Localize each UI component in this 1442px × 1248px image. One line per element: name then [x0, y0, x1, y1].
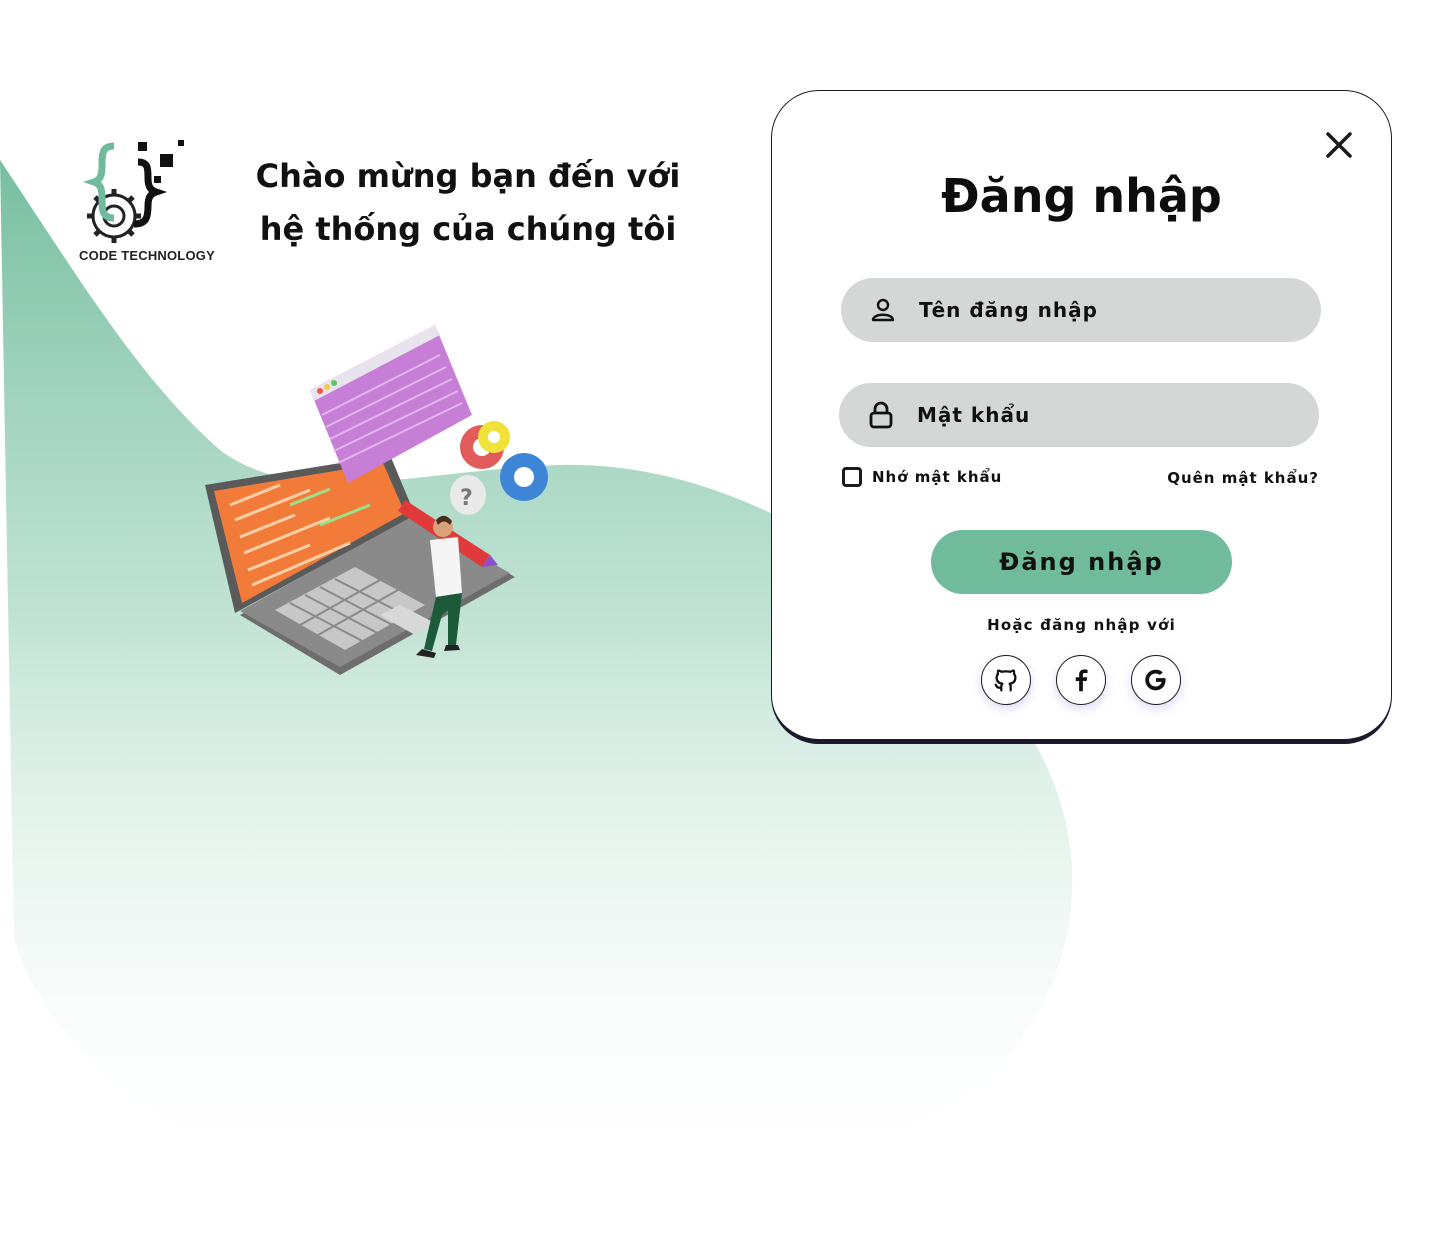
- welcome-heading: Chào mừng bạn đến với hệ thống của chúng…: [228, 150, 708, 256]
- remember-checkbox[interactable]: [842, 467, 862, 487]
- login-title: Đăng nhập: [941, 169, 1222, 223]
- username-field[interactable]: [841, 278, 1321, 342]
- logo-text: CODE TECHNOLOGY: [79, 248, 215, 263]
- login-button[interactable]: Đăng nhập: [931, 530, 1232, 594]
- facebook-login-button[interactable]: [1056, 655, 1106, 705]
- remember-password[interactable]: Nhớ mật khẩu: [842, 467, 1002, 487]
- welcome-line-2: hệ thống của chúng tôi: [259, 210, 677, 248]
- welcome-line-1: Chào mừng bạn đến với: [255, 157, 681, 195]
- password-field[interactable]: [839, 383, 1319, 447]
- close-icon[interactable]: [1323, 129, 1355, 161]
- laptop-developer-illustration: ?: [205, 325, 548, 675]
- social-login-group: [981, 655, 1181, 705]
- facebook-icon: [1075, 669, 1088, 692]
- username-input[interactable]: [919, 298, 1299, 322]
- code-technology-logo-icon: [82, 140, 184, 243]
- lock-icon: [869, 401, 893, 429]
- brand-logo: CODE TECHNOLOGY: [72, 136, 222, 266]
- remember-label: Nhớ mật khẩu: [872, 468, 1003, 486]
- google-login-button[interactable]: [1131, 655, 1181, 705]
- github-login-button[interactable]: [981, 655, 1031, 705]
- forgot-password-link[interactable]: Quên mật khẩu?: [1167, 469, 1319, 487]
- svg-text:?: ?: [460, 486, 473, 511]
- password-input[interactable]: [917, 403, 1297, 427]
- login-card: Đăng nhập Nhớ mật khẩu Quên mật khẩu? Đă…: [771, 90, 1392, 744]
- github-icon: [994, 669, 1017, 692]
- alt-login-text: Hoặc đăng nhập với: [987, 616, 1176, 634]
- user-icon: [871, 298, 895, 322]
- google-icon: [1145, 669, 1166, 691]
